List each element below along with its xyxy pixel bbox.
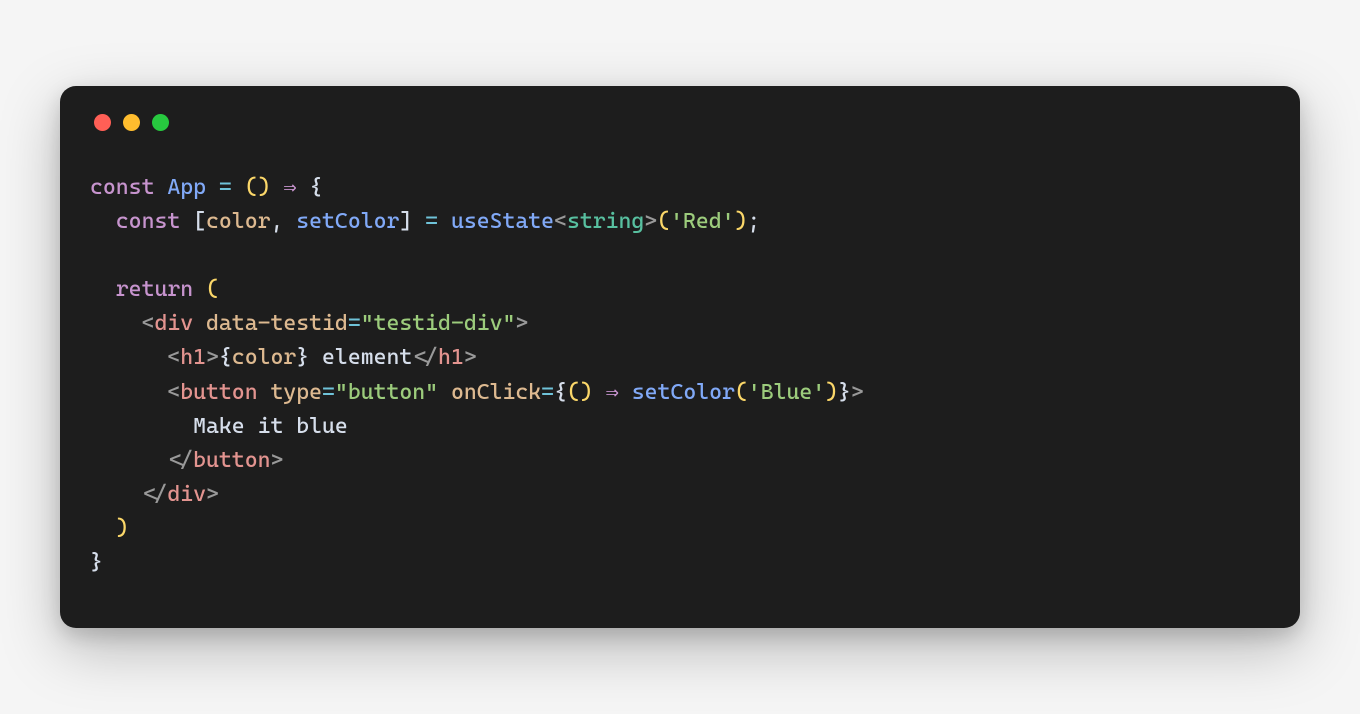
code-line-1: const App = () ⇒ { <box>90 175 322 200</box>
maximize-button[interactable] <box>152 114 169 131</box>
code-block: const App = () ⇒ { const [color, setColo… <box>90 171 1270 580</box>
code-line-5: <div data-testid="testid-div"> <box>90 311 528 336</box>
traffic-lights <box>94 114 1270 131</box>
minimize-button[interactable] <box>123 114 140 131</box>
code-line-9: </button> <box>90 448 283 473</box>
code-line-12: } <box>90 550 103 575</box>
code-window: const App = () ⇒ { const [color, setColo… <box>60 86 1300 628</box>
code-line-10: </div> <box>90 482 219 507</box>
code-line-8: Make it blue <box>90 414 348 439</box>
code-line-7: <button type="button" onClick={() ⇒ setC… <box>90 380 864 405</box>
close-button[interactable] <box>94 114 111 131</box>
code-line-2: const [color, setColor] = useState<strin… <box>90 209 760 234</box>
code-line-6: <h1>{color} element</h1> <box>90 345 477 370</box>
code-line-11: ) <box>90 516 129 541</box>
code-line-4: return ( <box>90 277 219 302</box>
